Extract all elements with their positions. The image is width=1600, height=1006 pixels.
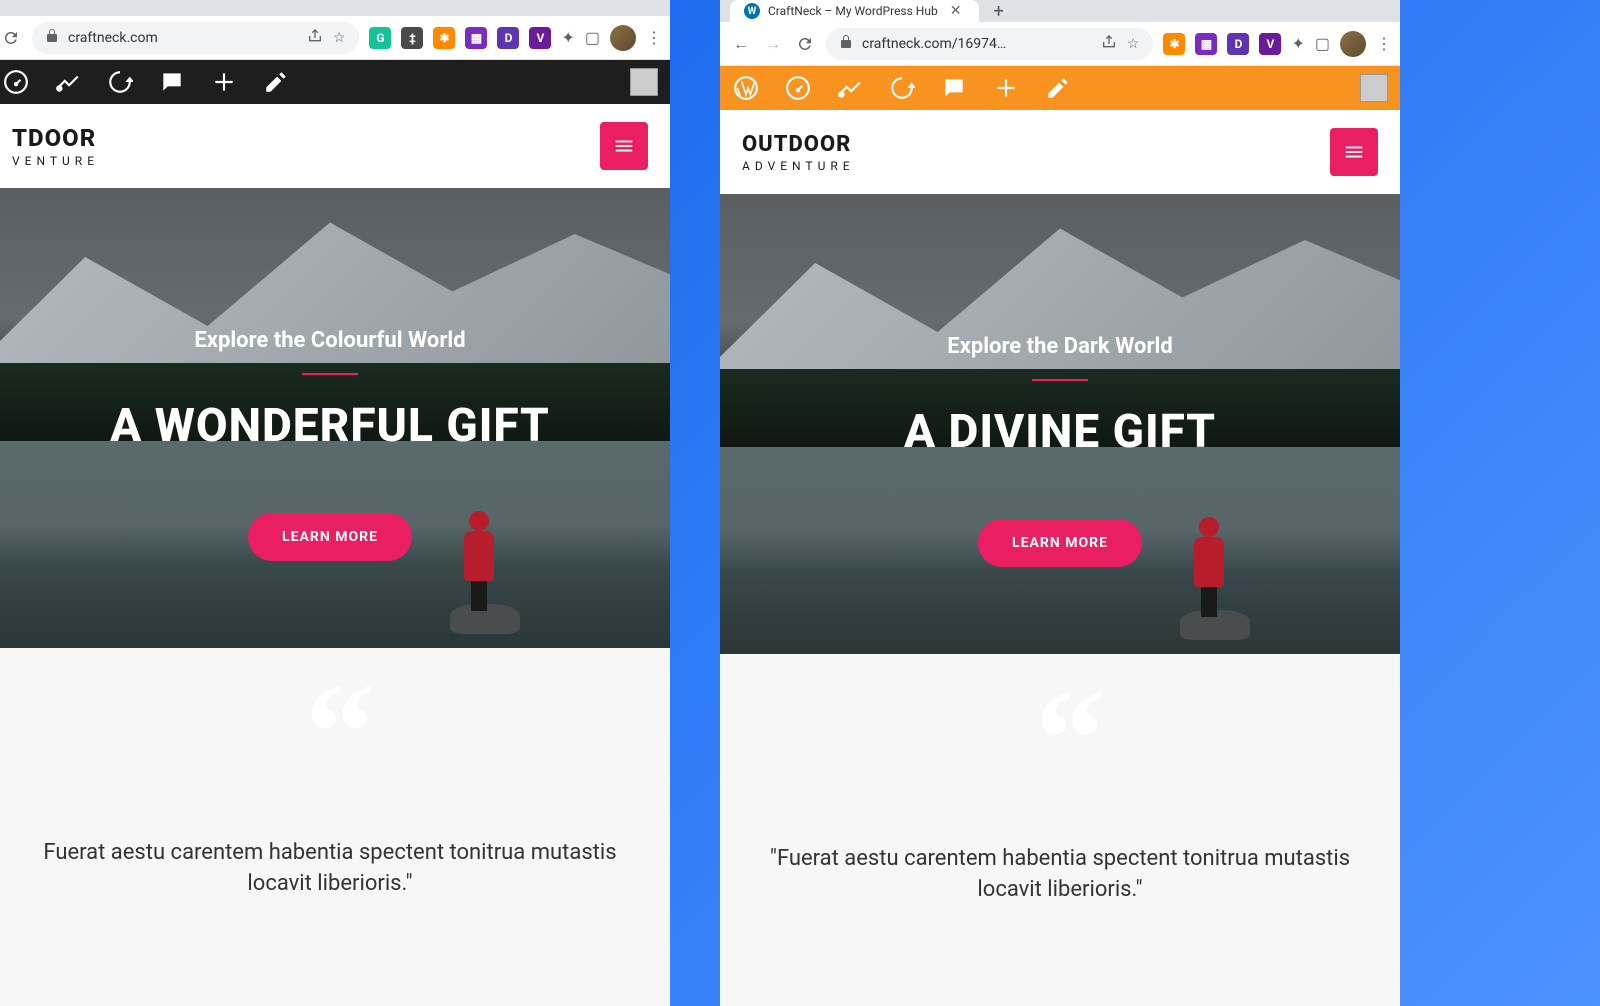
logo-line2: VENTURE <box>12 154 99 168</box>
browser-window-left: craftneck.com ☆ G ‡ ✱ ▦ D V ✦ ▢ ⋮ T <box>0 0 670 1006</box>
lock-icon <box>46 29 58 47</box>
reload-icon[interactable] <box>794 35 816 53</box>
profile-avatar[interactable] <box>610 25 636 51</box>
wp-admin-bar <box>720 66 1400 110</box>
ext-icon-4[interactable]: ▦ <box>1195 33 1217 55</box>
profile-avatar[interactable] <box>1340 31 1366 57</box>
customize-icon[interactable] <box>836 74 864 102</box>
quote-mark-icon: “ <box>750 704 1370 774</box>
hamburger-icon <box>613 135 635 157</box>
quote-section: “ "Fuerat aestu carentem habentia specte… <box>720 654 1400 1006</box>
ext-icon-2[interactable]: ‡ <box>401 27 423 49</box>
site-logo[interactable]: OUTDOOR ADVENTURE <box>742 132 855 173</box>
url-text: craftneck.com/16974… <box>862 36 1091 52</box>
hero-subtitle: Explore the Colourful World <box>0 328 670 353</box>
new-tab-button[interactable]: + <box>987 1 1009 22</box>
site-logo[interactable]: TDOOR VENTURE <box>12 124 99 168</box>
star-icon[interactable]: ☆ <box>1127 36 1140 52</box>
ext-icon-3[interactable]: ✱ <box>433 27 455 49</box>
hero-divider <box>1032 379 1088 381</box>
ext-icon-4[interactable]: ▦ <box>465 27 487 49</box>
wp-profile-avatar[interactable] <box>630 68 658 96</box>
hero-title: A WONDERFUL GIFT <box>0 399 670 453</box>
hero-section: Explore the Colourful World A WONDERFUL … <box>0 188 670 648</box>
forward-icon[interactable]: → <box>762 34 784 54</box>
star-icon[interactable]: ☆ <box>333 30 346 46</box>
quote-text: "Fuerat aestu carentem habentia spectent… <box>750 844 1370 906</box>
lock-icon <box>840 35 852 53</box>
extensions-row: ✱ ▦ D V ✦ ▢ ⋮ <box>1163 31 1390 57</box>
tab-strip: W CraftNeck – My WordPress Hub ✕ + <box>720 0 1400 22</box>
comments-icon[interactable] <box>158 68 186 96</box>
d-icon[interactable]: D <box>1227 33 1249 55</box>
kebab-icon[interactable]: ⋮ <box>1376 34 1390 53</box>
url-text: craftneck.com <box>68 30 297 46</box>
menu-button[interactable] <box>1330 128 1378 176</box>
brave-icon[interactable]: V <box>1259 33 1281 55</box>
updates-icon[interactable] <box>888 74 916 102</box>
share-icon[interactable] <box>307 28 323 48</box>
tab-title: CraftNeck – My WordPress Hub <box>768 4 938 18</box>
dashboard-icon[interactable] <box>784 74 812 102</box>
share-icon[interactable] <box>1101 34 1117 54</box>
back-icon[interactable]: ← <box>730 34 752 54</box>
edit-icon[interactable] <box>1044 74 1072 102</box>
d-icon[interactable]: D <box>497 27 519 49</box>
hamburger-icon <box>1343 141 1365 163</box>
wordpress-favicon-icon: W <box>744 3 760 19</box>
ext-icon-3[interactable]: ✱ <box>1163 33 1185 55</box>
updates-icon[interactable] <box>106 68 134 96</box>
hero-section: Explore the Dark World A DIVINE GIFT LEA… <box>720 194 1400 654</box>
quote-mark-icon: “ <box>20 698 640 768</box>
wordpress-icon[interactable] <box>732 74 760 102</box>
new-icon[interactable] <box>210 68 238 96</box>
brave-icon[interactable]: V <box>529 27 551 49</box>
panel-icon[interactable]: ▢ <box>585 28 600 47</box>
quote-section: “ Fuerat aestu carentem habentia specten… <box>0 648 670 1006</box>
kebab-icon[interactable]: ⋮ <box>646 28 660 47</box>
address-bar: ← → craftneck.com/16974… ☆ ✱ ▦ D V ✦ ▢ ⋮ <box>720 22 1400 66</box>
site-header: OUTDOOR ADVENTURE <box>720 110 1400 194</box>
url-field[interactable]: craftneck.com ☆ <box>32 22 359 54</box>
customize-icon[interactable] <box>54 68 82 96</box>
menu-button[interactable] <box>600 122 648 170</box>
wp-admin-bar <box>0 60 670 104</box>
puzzle-icon[interactable]: ✦ <box>1291 34 1304 53</box>
hero-subtitle: Explore the Dark World <box>720 334 1400 359</box>
url-field[interactable]: craftneck.com/16974… ☆ <box>826 28 1153 60</box>
quote-text: Fuerat aestu carentem habentia spectent … <box>20 838 640 900</box>
site-header: TDOOR VENTURE <box>0 104 670 188</box>
edit-icon[interactable] <box>262 68 290 96</box>
new-icon[interactable] <box>992 74 1020 102</box>
address-bar: craftneck.com ☆ G ‡ ✱ ▦ D V ✦ ▢ ⋮ <box>0 16 670 60</box>
tab-strip <box>0 0 670 16</box>
wp-profile-avatar[interactable] <box>1360 74 1388 102</box>
logo-line2: ADVENTURE <box>742 159 855 173</box>
comments-icon[interactable] <box>940 74 968 102</box>
grammarly-icon[interactable]: G <box>369 27 391 49</box>
logo-line1: TDOOR <box>12 124 99 152</box>
puzzle-icon[interactable]: ✦ <box>561 28 574 47</box>
logo-line1: OUTDOOR <box>742 132 855 157</box>
hero-divider <box>302 373 358 375</box>
learn-more-button[interactable]: LEARN MORE <box>248 513 412 561</box>
browser-window-right: W CraftNeck – My WordPress Hub ✕ + ← → c… <box>720 0 1400 1006</box>
learn-more-button[interactable]: LEARN MORE <box>978 519 1142 567</box>
dashboard-icon[interactable] <box>2 68 30 96</box>
browser-tab[interactable]: W CraftNeck – My WordPress Hub ✕ <box>730 0 979 22</box>
reload-icon[interactable] <box>0 29 22 47</box>
panel-icon[interactable]: ▢ <box>1315 34 1330 53</box>
tab-close-icon[interactable]: ✕ <box>946 3 966 19</box>
extensions-row: G ‡ ✱ ▦ D V ✦ ▢ ⋮ <box>369 25 660 51</box>
hero-title: A DIVINE GIFT <box>720 405 1400 459</box>
